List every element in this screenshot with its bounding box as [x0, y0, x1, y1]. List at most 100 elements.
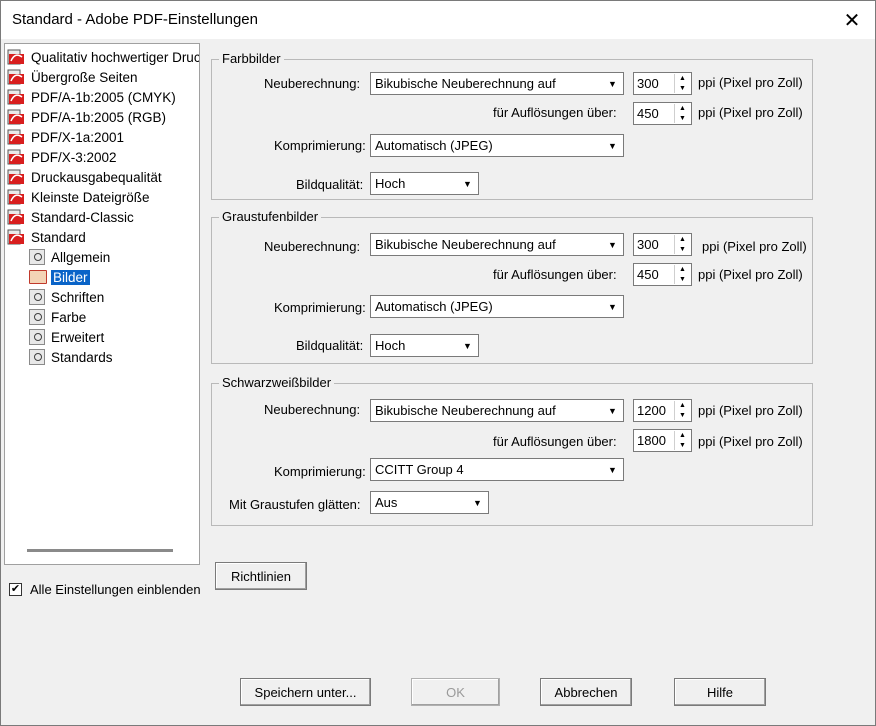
color-ppi-spinner[interactable]: 300 ▲ ▼ — [633, 72, 692, 95]
tree-child-item[interactable]: Allgemein — [29, 247, 110, 267]
help-button[interactable]: Hilfe — [674, 678, 766, 706]
tree-child-label: Farbe — [51, 309, 87, 325]
open-folder-icon — [29, 270, 47, 284]
color-images-title: Farbbilder — [219, 51, 284, 66]
gray-compression-value: Automatisch (JPEG) — [375, 299, 493, 314]
tree-child-label: Schriften — [51, 289, 105, 305]
dialog-window: Standard - Adobe PDF-Einstellungen ✕ Qua… — [0, 0, 876, 726]
gray-quality-label: Bildqualität: — [296, 338, 364, 353]
tree-child-label: Erweitert — [51, 329, 105, 345]
chevron-down-icon: ▼ — [608, 464, 617, 475]
mono-above-spinner[interactable]: 1800 ▲ ▼ — [633, 429, 692, 452]
monochrome-images-title: Schwarzweißbilder — [219, 375, 335, 390]
tree-preset-item[interactable]: Standard-Classic — [7, 207, 134, 227]
pdf-settings-icon — [7, 88, 25, 106]
save-as-button[interactable]: Speichern unter... — [240, 678, 371, 706]
tree-preset-item[interactable]: Druckausgabequalität — [7, 167, 162, 187]
spin-down-icon[interactable]: ▼ — [675, 441, 690, 451]
chevron-down-icon: ▼ — [473, 497, 482, 508]
tree-horizontal-scrollbar[interactable] — [27, 549, 173, 552]
mono-smooth-select[interactable]: Aus ▼ — [370, 491, 489, 514]
tree-child-item[interactable]: Bilder — [29, 267, 90, 287]
color-ppi-unit: ppi (Pixel pro Zoll) — [698, 75, 803, 90]
spin-up-icon[interactable]: ▲ — [675, 235, 690, 245]
color-resample-select[interactable]: Bikubische Neuberechnung auf ▼ — [370, 72, 624, 95]
spin-down-icon[interactable]: ▼ — [675, 84, 690, 94]
mono-ppi-value: 1200 — [637, 403, 666, 418]
spin-up-icon[interactable]: ▲ — [675, 431, 690, 441]
close-button[interactable]: ✕ — [829, 1, 875, 39]
spin-up-icon[interactable]: ▲ — [675, 265, 690, 275]
spin-down-icon[interactable]: ▼ — [675, 411, 690, 421]
mono-compression-select[interactable]: CCITT Group 4 ▼ — [370, 458, 624, 481]
gray-compression-select[interactable]: Automatisch (JPEG) ▼ — [370, 295, 624, 318]
tree-preset-label: Qualitativ hochwertiger Druc — [31, 49, 200, 65]
show-all-settings[interactable]: ✔ Alle Einstellungen einblenden — [9, 582, 201, 597]
guidelines-button[interactable]: Richtlinien — [215, 562, 307, 590]
tree-preset-label: Standard-Classic — [31, 209, 134, 225]
color-quality-select[interactable]: Hoch ▼ — [370, 172, 479, 195]
title-bar: Standard - Adobe PDF-Einstellungen ✕ — [1, 1, 875, 39]
cancel-button[interactable]: Abbrechen — [540, 678, 632, 706]
color-compression-select[interactable]: Automatisch (JPEG) ▼ — [370, 134, 624, 157]
spin-down-icon[interactable]: ▼ — [675, 114, 690, 124]
gray-above-spinner[interactable]: 450 ▲ ▼ — [633, 263, 692, 286]
gray-ppi-spinner[interactable]: 300 ▲ ▼ — [633, 233, 692, 256]
tree-preset-item[interactable]: PDF/A-1b:2005 (RGB) — [7, 107, 166, 127]
pdf-settings-icon — [7, 128, 25, 146]
mono-ppi-spinner[interactable]: 1200 ▲ ▼ — [633, 399, 692, 422]
spin-down-icon[interactable]: ▼ — [675, 245, 690, 255]
tree-preset-item[interactable]: Standard — [7, 227, 86, 247]
color-quality-label: Bildqualität: — [296, 177, 364, 192]
pdf-settings-icon — [7, 168, 25, 186]
show-all-checkbox[interactable]: ✔ — [9, 583, 22, 596]
pdf-settings-icon — [7, 48, 25, 66]
chevron-down-icon: ▼ — [608, 140, 617, 151]
gray-resample-select[interactable]: Bikubische Neuberechnung auf ▼ — [370, 233, 624, 256]
grayscale-images-group: Graustufenbilder Neuberechnung: Bikubisc… — [211, 209, 813, 364]
tree-preset-item[interactable]: PDF/A-1b:2005 (CMYK) — [7, 87, 176, 107]
tree-child-item[interactable]: Standards — [29, 347, 113, 367]
color-above-spinner[interactable]: 450 ▲ ▼ — [633, 102, 692, 125]
settings-page-icon — [29, 289, 45, 305]
pdf-settings-icon — [7, 108, 25, 126]
tree-preset-item[interactable]: Qualitativ hochwertiger Druc — [7, 47, 200, 67]
tree-preset-item[interactable]: PDF/X-3:2002 — [7, 147, 117, 167]
tree-preset-label: PDF/A-1b:2005 (CMYK) — [31, 89, 176, 105]
pdf-settings-icon — [7, 68, 25, 86]
tree-child-label: Allgemein — [51, 249, 111, 265]
color-resample-label: Neuberechnung: — [264, 76, 361, 91]
ok-button[interactable]: OK — [411, 678, 500, 706]
tree-preset-item[interactable]: PDF/X-1a:2001 — [7, 127, 124, 147]
tree-preset-label: PDF/A-1b:2005 (RGB) — [31, 109, 167, 125]
tree-child-item[interactable]: Erweitert — [29, 327, 104, 347]
color-compression-label: Komprimierung: — [274, 138, 366, 153]
gray-above-unit: ppi (Pixel pro Zoll) — [698, 267, 803, 282]
spin-up-icon[interactable]: ▲ — [675, 401, 690, 411]
gray-quality-select[interactable]: Hoch ▼ — [370, 334, 479, 357]
chevron-down-icon: ▼ — [608, 405, 617, 416]
tree-preset-label: PDF/X-3:2002 — [31, 149, 117, 165]
gray-resample-label: Neuberechnung: — [264, 239, 361, 254]
gray-compression-label: Komprimierung: — [274, 300, 366, 315]
tree-preset-item[interactable]: Übergroße Seiten — [7, 67, 138, 87]
settings-tree[interactable]: Qualitativ hochwertiger Druc Übergroße Se… — [4, 43, 200, 565]
color-compression-value: Automatisch (JPEG) — [375, 138, 493, 153]
mono-resample-select[interactable]: Bikubische Neuberechnung auf ▼ — [370, 399, 624, 422]
spin-down-icon[interactable]: ▼ — [675, 275, 690, 285]
tree-child-item[interactable]: Farbe — [29, 307, 86, 327]
tree-preset-item[interactable]: Kleinste Dateigröße — [7, 187, 150, 207]
monochrome-images-group: Schwarzweißbilder Neuberechnung: Bikubis… — [211, 375, 813, 526]
spin-up-icon[interactable]: ▲ — [675, 104, 690, 114]
color-images-group: Farbbilder Neuberechnung: Bikubische Neu… — [211, 51, 813, 200]
settings-page-icon — [29, 329, 45, 345]
mono-ppi-unit: ppi (Pixel pro Zoll) — [698, 403, 803, 418]
mono-smooth-value: Aus — [375, 495, 398, 510]
window-title: Standard - Adobe PDF-Einstellungen — [12, 11, 258, 28]
spin-up-icon[interactable]: ▲ — [675, 74, 690, 84]
tree-preset-label: Kleinste Dateigröße — [31, 189, 150, 205]
gray-ppi-value: 300 — [637, 237, 659, 252]
chevron-down-icon: ▼ — [463, 178, 472, 189]
tree-child-item[interactable]: Schriften — [29, 287, 104, 307]
mono-smooth-label: Mit Graustufen glätten: — [229, 497, 361, 512]
